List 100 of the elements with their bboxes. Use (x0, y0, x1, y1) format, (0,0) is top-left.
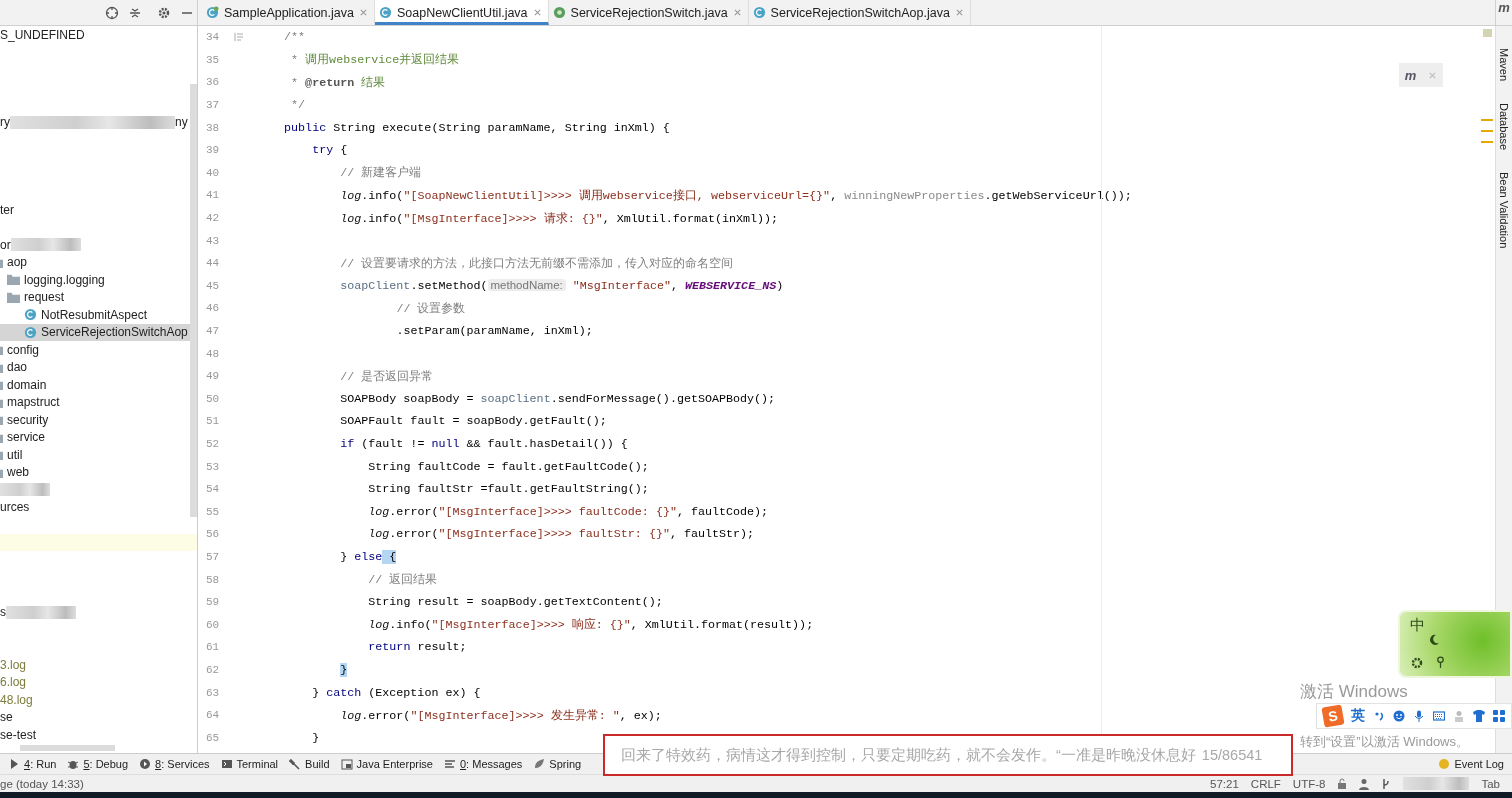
lock-icon[interactable] (1337, 777, 1348, 790)
close-icon[interactable] (358, 8, 368, 17)
tool-window-button[interactable]: Build (289, 758, 330, 770)
tree-item[interactable]: se (0, 710, 13, 725)
editor-tab[interactable]: SoapNewClientUtil.java (374, 0, 549, 25)
close-icon[interactable] (954, 8, 964, 17)
scrollbar[interactable] (190, 84, 197, 517)
person-icon[interactable] (1359, 777, 1370, 790)
class-icon (24, 325, 37, 339)
tree-item[interactable]: S_UNDEFINED (0, 27, 85, 42)
editor-tab[interactable]: SampleApplication.java (202, 0, 375, 25)
code-line: String faultStr =fault.getFaultString(); (368, 482, 649, 497)
line-separator[interactable]: CRLF (1250, 777, 1281, 790)
line-number: 42 (205, 212, 221, 225)
tree-item[interactable]: ny (175, 115, 188, 130)
maven-reload-icon[interactable]: m (1404, 67, 1417, 83)
tree-item[interactable]: request (24, 290, 65, 305)
tool-window-button[interactable]: 5: Debug (67, 758, 129, 770)
blurred-region (10, 238, 81, 252)
settings-icon[interactable] (1410, 656, 1424, 670)
notification-popup[interactable]: m (1399, 63, 1443, 87)
ime-mode-label[interactable]: 中 (1410, 616, 1425, 635)
line-number: 54 (205, 483, 221, 496)
locate-icon[interactable] (105, 6, 119, 20)
build-icon (289, 758, 302, 770)
code-line: log.error("[MsgInterface]>>>> 发生异常: ", ex); (340, 707, 662, 723)
tree-item[interactable]: config (7, 342, 40, 357)
tree-item[interactable]: or (0, 237, 11, 252)
tree-item[interactable]: s (0, 605, 6, 620)
punctuation-icon[interactable] (1373, 710, 1385, 722)
tree-item[interactable]: security (7, 412, 49, 427)
caret-position[interactable]: 57:21 (1210, 777, 1239, 790)
tool-window-button[interactable]: 8: Services (139, 758, 210, 770)
tree-item[interactable]: ter (0, 202, 14, 217)
line-number: 52 (205, 438, 221, 450)
maven-icon[interactable]: m (1498, 0, 1510, 25)
tool-window-button[interactable]: Bean Validation (1498, 172, 1510, 249)
activation-hint: 转到“设置”以激活 Windows。 (1300, 733, 1469, 751)
code-line: log.info("[SoapNewClientUtil]>>>> 调用webservice接口, webserviceUrl={}", winningNewProperties.getWebServiceUrl()); (340, 187, 1132, 203)
log-file-item[interactable]: 3.log (0, 657, 27, 672)
tree-item[interactable]: mapstruct (7, 395, 60, 410)
tool-window-button[interactable]: Database (1498, 103, 1510, 151)
settings-icon[interactable] (157, 6, 171, 20)
tool-window-button[interactable]: 4: Run (8, 758, 57, 770)
tree-item[interactable]: util (7, 447, 23, 462)
indent-setting[interactable]: Tab (1481, 777, 1500, 790)
line-number: 50 (205, 392, 221, 405)
tool-window-button[interactable]: 0: Messages (444, 758, 523, 770)
grid-icon[interactable] (1493, 710, 1505, 722)
tool-window-button[interactable]: Spring (533, 758, 582, 770)
warning-marker[interactable] (1481, 130, 1493, 132)
log-file-item[interactable]: 6.log (0, 675, 27, 690)
close-icon[interactable] (732, 8, 742, 17)
line-number: 63 (205, 686, 221, 699)
tool-window-button[interactable]: Maven (1498, 48, 1510, 82)
code-line: // 设置要请求的方法，此接口方法无前缀不需添加，传入对应的命名空间 (340, 255, 734, 271)
tool-window-button[interactable]: Java Enterprise (340, 758, 433, 770)
line-number: 35 (205, 53, 221, 66)
tree-item[interactable]: dao (7, 360, 28, 375)
pin-icon[interactable] (1436, 656, 1445, 669)
code-line: } (312, 730, 320, 745)
tree-item[interactable]: web (7, 465, 29, 480)
editor-tab[interactable]: ServiceRejectionSwitch.java (548, 0, 749, 25)
microphone-icon[interactable] (1413, 710, 1425, 722)
ime-mode-toggle[interactable]: 英 (1351, 707, 1365, 725)
composition-text: 回来了特效药，病情这才得到控制，只要定期吃药，就不会发作。“一准是昨晚没休息好 (621, 745, 1196, 765)
code-line: } else { (340, 549, 397, 564)
line-number: 37 (205, 99, 221, 112)
tree-item[interactable]: se-test (0, 727, 36, 742)
status-message: ge (today 14:33) (0, 777, 84, 790)
collapse-icon[interactable] (128, 6, 142, 20)
tree-item[interactable]: aop (7, 255, 28, 270)
code-line: return result; (368, 640, 467, 655)
tree-item[interactable]: domain (7, 377, 47, 392)
warning-marker[interactable] (1481, 141, 1493, 143)
ime-status-widget[interactable]: 中 (1398, 610, 1512, 678)
shirt-icon[interactable] (1473, 710, 1485, 722)
file-encoding[interactable]: UTF-8 (1292, 777, 1326, 790)
tree-item[interactable]: logging.logging (24, 272, 105, 287)
line-number: 46 (205, 302, 221, 315)
tree-item[interactable]: NotResubmitAspect (41, 307, 148, 322)
tree-item[interactable]: service (7, 430, 45, 445)
code-line: log.error("[MsgInterface]>>>> faultStr: {}", faultStr); (368, 527, 755, 542)
code-line: log.info("[MsgInterface]>>>> 响应: {}", XmlUtil.format(result)); (368, 617, 814, 633)
close-icon[interactable] (532, 8, 542, 17)
scrollbar[interactable] (20, 745, 115, 751)
branch-icon[interactable] (1381, 777, 1392, 790)
moon-icon[interactable] (1428, 634, 1440, 646)
keyboard-icon[interactable] (1433, 710, 1445, 722)
tool-window-button[interactable]: Event Log (1438, 758, 1504, 770)
line-number: 45 (205, 279, 221, 292)
tree-item[interactable]: urces (0, 500, 30, 515)
warning-marker[interactable] (1481, 119, 1493, 121)
javadoc-toggle-icon[interactable] (234, 32, 244, 43)
editor-tab[interactable]: ServiceRejectionSwitchAop.java (748, 0, 971, 25)
code-line: /** (284, 30, 306, 45)
emoji-icon[interactable] (1393, 710, 1405, 722)
tool-window-button[interactable]: Terminal (220, 758, 279, 770)
log-file-item[interactable]: 48.log (0, 692, 33, 707)
tree-item[interactable]: ry (0, 115, 10, 130)
